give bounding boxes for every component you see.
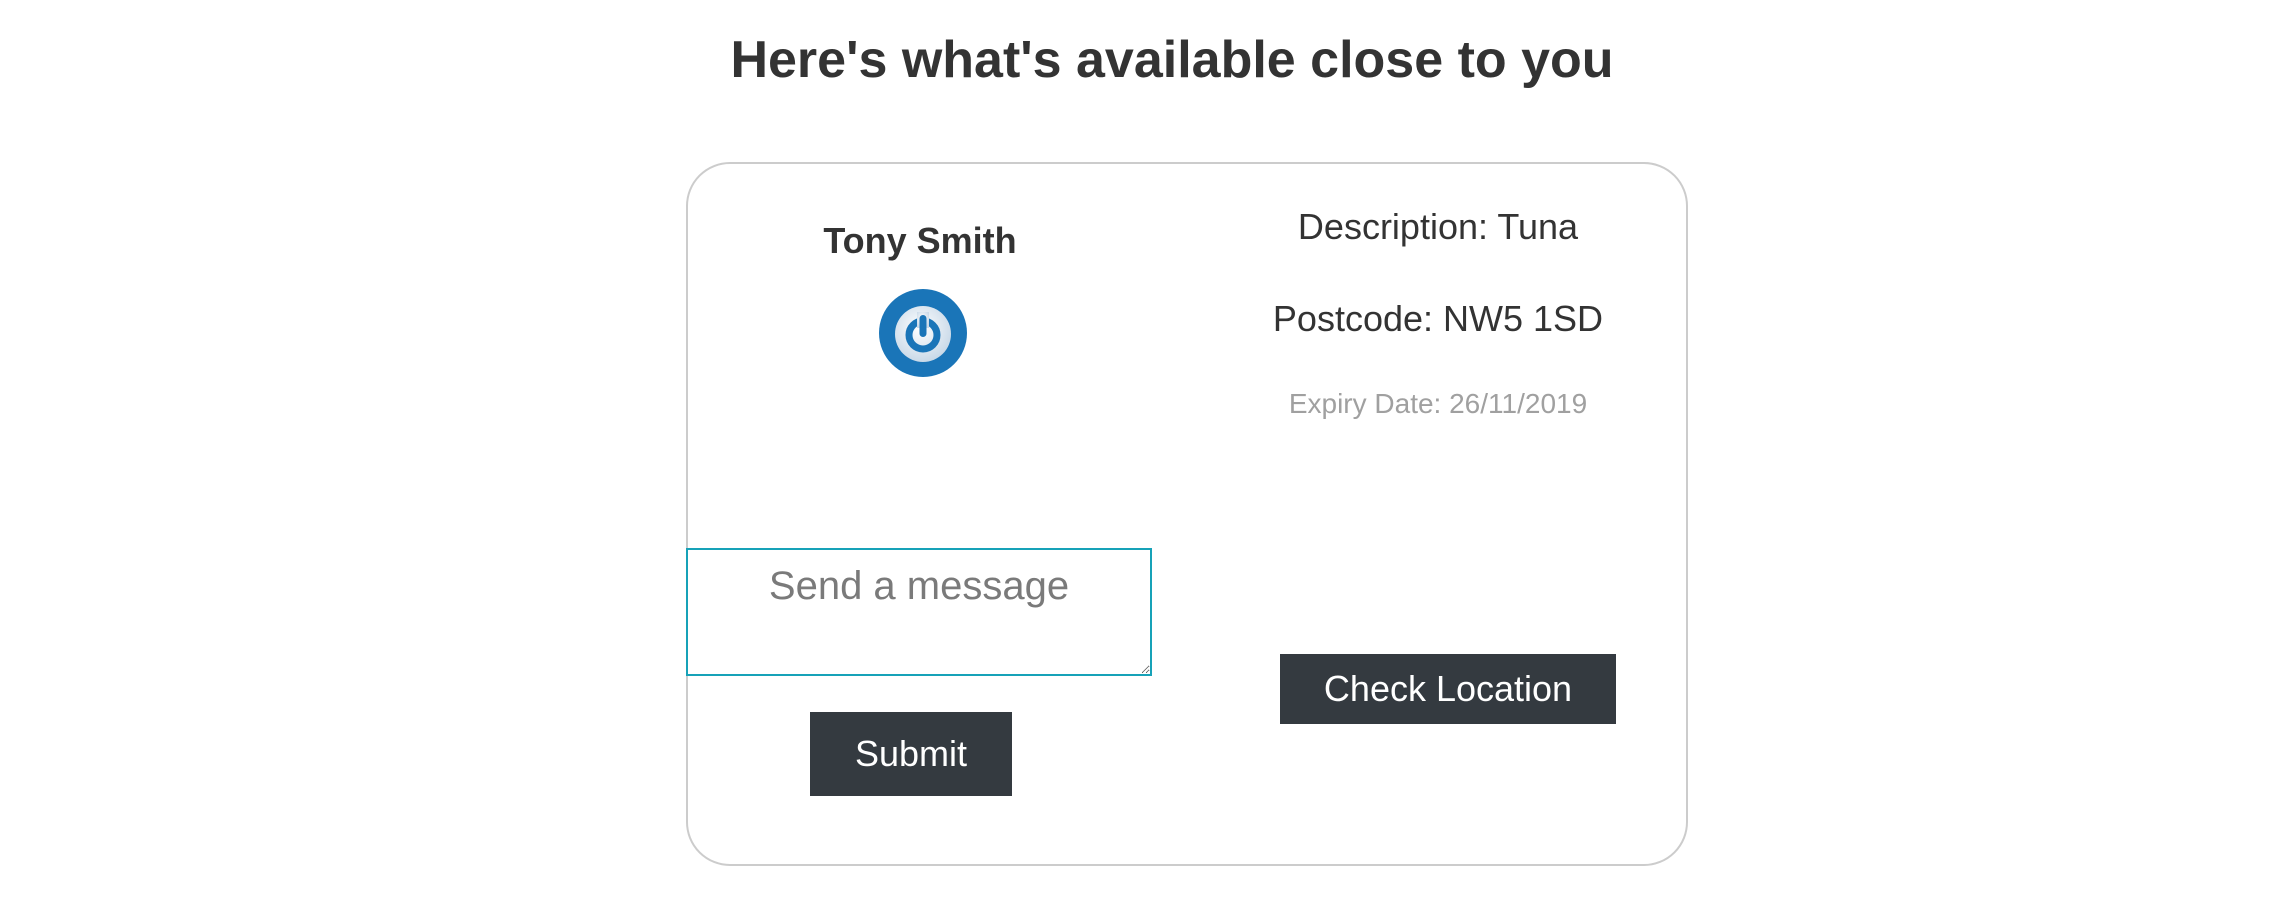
- avatar: [878, 288, 968, 378]
- page-title: Here's what's available close to you: [730, 31, 1614, 89]
- expiry-date-text: Expiry Date: 26/11/2019: [1288, 388, 1588, 419]
- listing-card: Tony Smith Submit Description: Tuna Post…: [686, 162, 1688, 866]
- postcode-text: Postcode: NW5 1SD: [1272, 298, 1604, 339]
- description-text: Description: Tuna: [1297, 206, 1579, 247]
- page: Here's what's available close to you Ton…: [0, 0, 2272, 904]
- submit-button[interactable]: Submit: [810, 712, 1012, 796]
- owner-name: Tony Smith: [823, 220, 1017, 261]
- power-icon: [879, 289, 967, 377]
- message-input[interactable]: [686, 548, 1152, 676]
- check-location-button[interactable]: Check Location: [1280, 654, 1616, 724]
